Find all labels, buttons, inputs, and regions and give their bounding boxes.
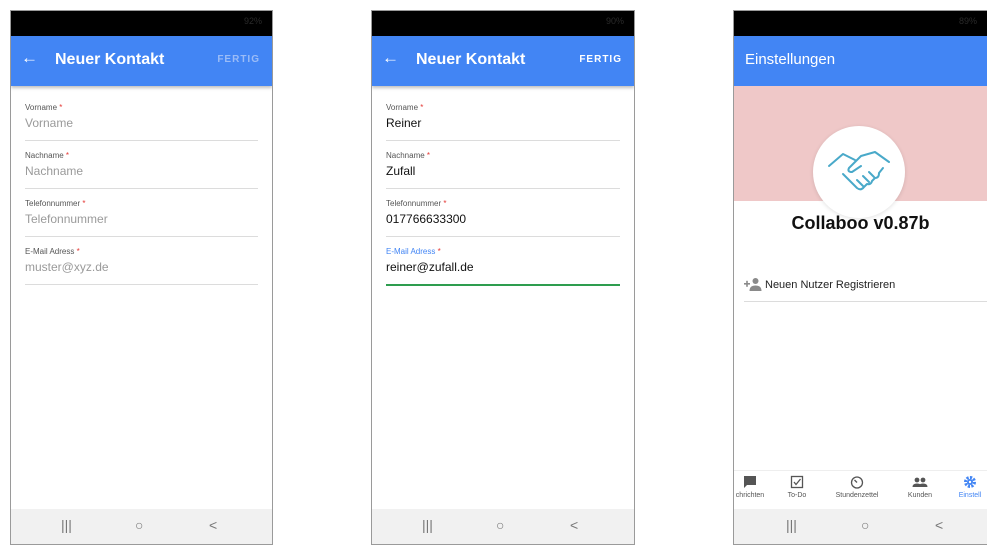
done-button[interactable]: FERTIG: [217, 54, 260, 65]
email-field[interactable]: E-Mail Adress * reiner@zufall.de: [386, 245, 620, 286]
first-name-field[interactable]: Vorname * Reiner: [386, 101, 620, 141]
battery-level: 92%: [243, 16, 262, 26]
recents-button[interactable]: |||: [61, 517, 72, 533]
system-nav-bar: ||| ○ <: [372, 509, 634, 544]
status-bar: 89%: [734, 11, 987, 36]
register-label: Neuen Nutzer Registrieren: [765, 279, 896, 291]
first-name-input[interactable]: Reiner: [386, 114, 620, 132]
hero-banner: [734, 86, 987, 218]
app-name-version: Collaboo v0.87b: [791, 213, 930, 233]
first-name-field[interactable]: Vorname * Vorname: [25, 101, 258, 141]
required-marker: *: [426, 151, 431, 160]
app-bar: Einstellungen: [734, 36, 987, 86]
last-name-field[interactable]: Nachname * Nachname: [25, 149, 258, 189]
field-label: Telefonnummer: [25, 199, 81, 208]
field-label: E-Mail Adress: [25, 247, 75, 256]
required-marker: *: [76, 247, 80, 256]
page-title: Neuer Kontakt: [55, 51, 165, 68]
phone-input[interactable]: 017766633300: [386, 210, 620, 228]
tab-customers[interactable]: Kunden: [900, 475, 940, 500]
bottom-tab-bar: chrichten To-Do Stundenzettel Kunden Ein…: [734, 470, 987, 509]
phone-screen-new-contact-filled: 90% ← Neuer Kontakt FERTIG Vorname * Rei…: [371, 10, 635, 545]
system-back-button[interactable]: <: [570, 517, 578, 533]
first-name-input[interactable]: Vorname: [25, 114, 258, 132]
field-label: Vorname: [25, 103, 58, 112]
chat-icon: [744, 476, 756, 488]
back-arrow-icon[interactable]: ←: [21, 48, 38, 68]
home-button[interactable]: ○: [135, 517, 143, 533]
system-nav-bar: ||| ○ <: [734, 509, 987, 544]
home-button[interactable]: ○: [496, 517, 504, 533]
required-marker: *: [59, 103, 63, 112]
battery-level: 89%: [958, 16, 977, 26]
email-input[interactable]: muster@xyz.de: [25, 258, 258, 276]
required-marker: *: [420, 103, 424, 112]
register-new-user-item[interactable]: Neuen Nutzer Registrieren: [744, 276, 987, 302]
last-name-input[interactable]: Zufall: [386, 162, 620, 180]
status-bar: 92%: [11, 11, 272, 36]
field-label: Nachname: [25, 151, 64, 160]
last-name-field[interactable]: Nachname * Zufall: [386, 149, 620, 189]
checkbox-icon: [790, 475, 804, 489]
tab-settings[interactable]: Einstell: [950, 475, 987, 500]
required-marker: *: [443, 199, 447, 208]
app-bar: ← Neuer Kontakt FERTIG: [11, 36, 272, 86]
handshake-icon: [828, 151, 890, 191]
home-button[interactable]: ○: [861, 517, 869, 533]
email-input[interactable]: reiner@zufall.de: [386, 258, 620, 276]
phone-screen-new-contact-empty: 92% ← Neuer Kontakt FERTIG Vorname * Vor…: [10, 10, 273, 545]
phone-field[interactable]: Telefonnummer * Telefonnummer: [25, 197, 258, 237]
system-back-button[interactable]: <: [935, 517, 943, 533]
field-label: Vorname: [386, 103, 419, 112]
email-field[interactable]: E-Mail Adress * muster@xyz.de: [25, 245, 258, 285]
phone-screen-settings: 89% Einstellungen Collaboo v0.87b Neuen …: [733, 10, 987, 545]
battery-level: 90%: [605, 16, 624, 26]
field-label: Nachname: [386, 151, 425, 160]
page-title: Neuer Kontakt: [416, 51, 526, 68]
recents-button[interactable]: |||: [422, 517, 433, 533]
contact-form: Vorname * Reiner Nachname * Zufall Telef…: [372, 86, 634, 286]
required-marker: *: [65, 151, 70, 160]
app-logo: [813, 126, 905, 218]
phone-field[interactable]: Telefonnummer * 017766633300: [386, 197, 620, 237]
done-button[interactable]: FERTIG: [579, 54, 622, 65]
recents-button[interactable]: |||: [786, 517, 797, 533]
tab-messages[interactable]: chrichten: [734, 475, 772, 500]
field-label: Telefonnummer: [386, 199, 442, 208]
tab-timesheet[interactable]: Stundenzettel: [826, 475, 888, 500]
back-arrow-icon[interactable]: ←: [382, 48, 399, 68]
status-bar: 90%: [372, 11, 634, 36]
tab-todo[interactable]: To-Do: [780, 475, 814, 500]
gear-icon: [964, 476, 976, 488]
page-title: Einstellungen: [745, 51, 836, 68]
required-marker: *: [82, 199, 86, 208]
contact-form: Vorname * Vorname Nachname * Nachname Te…: [11, 86, 272, 285]
required-marker: *: [437, 247, 441, 256]
system-nav-bar: ||| ○ <: [11, 509, 272, 544]
app-bar: ← Neuer Kontakt FERTIG: [372, 36, 634, 86]
field-label: E-Mail Adress: [386, 247, 436, 256]
person-add-icon: [744, 278, 762, 291]
timer-icon: [850, 476, 864, 489]
phone-input[interactable]: Telefonnummer: [25, 210, 258, 228]
last-name-input[interactable]: Nachname: [25, 162, 258, 180]
system-back-button[interactable]: <: [209, 517, 217, 533]
people-icon: [912, 477, 928, 487]
